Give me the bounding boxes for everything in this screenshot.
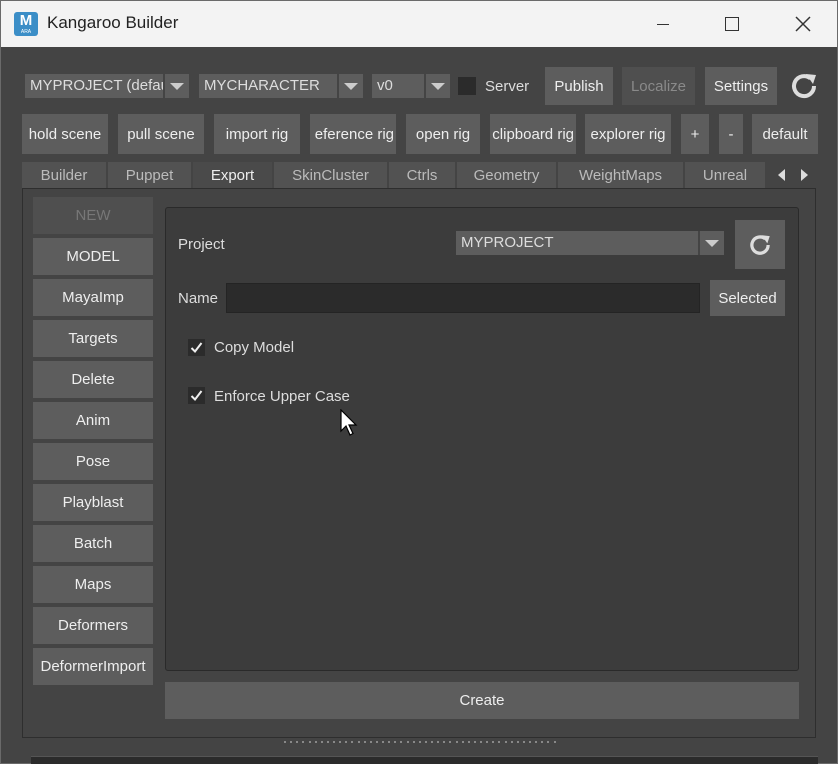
app-icon-letter: M: [19, 12, 33, 29]
character-combo-value: MYCHARACTER: [204, 77, 320, 94]
sidebar-item-mayaimp[interactable]: MayaImp: [33, 279, 153, 316]
project-combo[interactable]: MYPROJECT (defau: [25, 74, 189, 98]
tab-builder[interactable]: Builder: [22, 162, 108, 188]
chevron-down-icon: [165, 74, 189, 98]
localize-button[interactable]: Localize: [622, 67, 695, 105]
close-icon: [795, 16, 811, 32]
name-input[interactable]: [226, 283, 700, 313]
create-button[interactable]: Create: [165, 682, 799, 719]
tab-puppet[interactable]: Puppet: [108, 162, 193, 188]
remove-button[interactable]: -: [719, 114, 743, 154]
app-window: M ARA Kangaroo Builder MYPROJECT (defau …: [0, 0, 838, 764]
checkmark-icon: [190, 342, 203, 354]
maximize-icon: [725, 17, 739, 31]
reference-rig-button[interactable]: eference rig: [310, 114, 396, 154]
tab-weightmaps[interactable]: WeightMaps: [558, 162, 685, 188]
publish-button[interactable]: Publish: [545, 67, 613, 105]
toolbar-refresh-button[interactable]: [786, 67, 822, 105]
sidebar-item-pose[interactable]: Pose: [33, 443, 153, 480]
maximize-button[interactable]: [703, 1, 761, 47]
copy-model-checkbox[interactable]: [188, 339, 205, 356]
default-button[interactable]: default: [752, 114, 818, 154]
sidebar-item-targets[interactable]: Targets: [33, 320, 153, 357]
open-rig-button[interactable]: open rig: [406, 114, 480, 154]
import-rig-button[interactable]: import rig: [214, 114, 300, 154]
tab-export[interactable]: Export: [193, 162, 274, 188]
hold-scene-button[interactable]: hold scene: [22, 114, 108, 154]
sidebar-item-deformerimport[interactable]: DeformerImport: [33, 648, 153, 685]
title-bar[interactable]: M ARA Kangaroo Builder: [1, 1, 837, 47]
window-title: Kangaroo Builder: [47, 13, 179, 32]
sidebar-item-delete[interactable]: Delete: [33, 361, 153, 398]
copy-model-label: Copy Model: [214, 339, 295, 356]
chevron-down-icon: [339, 74, 363, 98]
minimize-icon: [657, 23, 669, 25]
sidebar-item-anim[interactable]: Anim: [33, 402, 153, 439]
refresh-icon: [750, 234, 770, 255]
panel-project-value: MYPROJECT: [461, 234, 554, 251]
explorer-rig-button[interactable]: explorer rig: [585, 114, 671, 154]
sidebar-item-playblast[interactable]: Playblast: [33, 484, 153, 521]
project-label: Project: [178, 236, 225, 253]
tab-bar: Builder Puppet Export SkinCluster Ctrls …: [22, 162, 816, 188]
minimize-button[interactable]: [634, 1, 692, 47]
checkmark-icon: [190, 390, 203, 402]
sidebar-item-model[interactable]: MODEL: [33, 238, 153, 275]
sidebar-item-deformers[interactable]: Deformers: [33, 607, 153, 644]
add-button[interactable]: +: [681, 114, 709, 154]
chevron-down-icon: [700, 231, 724, 255]
version-combo[interactable]: v0: [372, 74, 450, 98]
chevron-right-icon: [801, 169, 808, 181]
character-combo[interactable]: MYCHARACTER: [199, 74, 363, 98]
tab-skincluster[interactable]: SkinCluster: [274, 162, 389, 188]
enforce-upper-case-label: Enforce Upper Case: [214, 388, 350, 405]
enforce-upper-case-checkbox[interactable]: [188, 387, 205, 404]
clipboard-rig-button[interactable]: clipboard rig: [490, 114, 576, 154]
version-combo-value: v0: [377, 77, 393, 94]
tab-unreal[interactable]: Unreal: [685, 162, 767, 188]
chevron-left-icon: [778, 169, 785, 181]
model-export-panel: [165, 207, 799, 671]
panel-refresh-button[interactable]: [735, 220, 785, 269]
sidebar-item-maps[interactable]: Maps: [33, 566, 153, 603]
mouse-cursor-icon: [340, 409, 358, 436]
tab-geometry[interactable]: Geometry: [457, 162, 558, 188]
chevron-down-icon: [426, 74, 450, 98]
refresh-icon: [792, 74, 817, 99]
settings-button[interactable]: Settings: [705, 67, 777, 105]
project-combo-value: MYPROJECT (defau: [30, 77, 169, 94]
sidebar-item-batch[interactable]: Batch: [33, 525, 153, 562]
panel-project-combo[interactable]: MYPROJECT: [456, 231, 724, 255]
name-label: Name: [178, 290, 219, 307]
app-icon-subtext: ARA: [20, 29, 32, 35]
server-label: Server: [485, 78, 530, 95]
tab-scroll-right-button[interactable]: [794, 162, 814, 188]
close-button[interactable]: [774, 1, 832, 47]
selected-button[interactable]: Selected: [710, 280, 785, 316]
pull-scene-button[interactable]: pull scene: [118, 114, 204, 154]
tab-ctrls[interactable]: Ctrls: [389, 162, 457, 188]
tab-scroll-left-button[interactable]: [772, 162, 792, 188]
server-checkbox[interactable]: [458, 77, 476, 95]
maya-app-icon: M ARA: [14, 12, 38, 36]
bottom-panel: [31, 756, 818, 764]
sidebar-item-new[interactable]: NEW: [33, 197, 153, 234]
splitter-handle[interactable]: [284, 741, 556, 745]
